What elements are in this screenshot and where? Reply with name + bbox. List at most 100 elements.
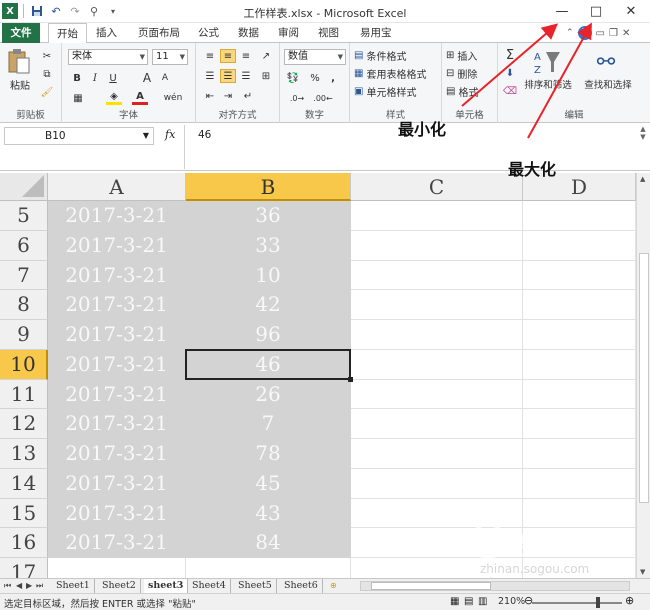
cell-b[interactable]: 26 [186,379,351,410]
cell-d[interactable] [523,379,636,410]
align-bottom-icon[interactable]: ≡ [238,49,254,63]
select-all-button[interactable] [0,173,48,201]
cell-b[interactable]: 46 [186,349,351,380]
cell-c[interactable] [351,379,523,410]
cell-c[interactable] [351,260,523,291]
first-sheet-icon[interactable]: ⏮ [4,579,11,593]
align-middle-icon[interactable]: ≡ [220,49,236,63]
conditional-format-button[interactable]: ▤ 条件格式 [354,47,440,63]
format-painter-icon[interactable]: 🖌 [40,85,54,99]
tab-review[interactable]: 审阅 [270,23,307,43]
clear-icon[interactable]: ⌫ [502,83,518,99]
sheet-tab[interactable]: Sheet5 [234,579,277,593]
vertical-scroll-thumb[interactable] [639,253,649,503]
cell-c[interactable] [351,290,523,320]
tab-home[interactable]: 开始 [48,23,87,44]
sheet-tab[interactable]: Sheet6 [280,579,323,593]
cell-d[interactable] [523,290,636,320]
cell-a[interactable]: 2017-3-21 [48,498,186,529]
font-size-select[interactable]: 11 ▼ [152,49,188,65]
cell-b[interactable] [186,558,351,578]
cell-b[interactable]: 43 [186,498,351,529]
cell-c[interactable] [351,439,523,469]
copy-icon[interactable]: ⧉ [40,67,54,81]
prev-sheet-icon[interactable]: ◀ [16,579,22,593]
cell-d[interactable] [523,498,636,529]
format-cells-button[interactable]: ▤ 格式 [446,83,496,99]
percent-button[interactable]: % [308,71,322,85]
cell-c[interactable] [351,468,523,499]
zoom-level[interactable]: 210% [498,596,525,607]
cell-b[interactable]: 36 [186,201,351,231]
fill-color-icon[interactable]: ◈ [106,91,122,105]
italic-button[interactable]: I [88,71,102,85]
cell-a[interactable]: 2017-3-21 [48,439,186,469]
paste-button[interactable]: 粘贴 [6,77,34,92]
cell-b[interactable]: 33 [186,230,351,261]
underline-button[interactable]: U [106,71,120,85]
next-sheet-icon[interactable]: ▶ [26,579,32,593]
doc-restore-icon[interactable]: ❐ [609,28,618,39]
grow-font-button[interactable]: A [140,71,154,85]
number-format-select[interactable]: 数值 ▼ [284,49,346,65]
row-header[interactable]: 8 [0,290,48,320]
row-header[interactable]: 11 [0,379,48,410]
insert-function-button[interactable]: fx [165,128,175,141]
name-box[interactable]: B10 ▼ [4,127,154,145]
cell-d[interactable] [523,320,636,350]
column-header-c[interactable]: C [351,173,523,201]
formula-bar-expand-icon[interactable]: ▲ ▼ [638,125,648,169]
cell-a[interactable]: 2017-3-21 [48,230,186,261]
horizontal-scroll-thumb[interactable] [371,582,491,590]
tab-file[interactable]: 文件 [2,23,40,43]
doc-close-icon[interactable]: ✕ [622,28,630,39]
row-header[interactable]: 10 [0,349,48,380]
cell-a[interactable]: 2017-3-21 [48,320,186,350]
cell-c[interactable] [351,230,523,261]
row-header[interactable]: 6 [0,230,48,261]
zoom-out-icon[interactable]: ⊖ [524,594,533,607]
borders-icon[interactable]: ▦ [70,91,86,105]
align-top-icon[interactable]: ≡ [202,49,218,63]
decrease-decimal-icon[interactable]: .00← [312,91,334,105]
worksheet-grid[interactable]: ABCD 5 2017-3-21 36 6 2017-3-21 33 7 2017-3-21 1… [0,173,636,578]
zoom-in-icon[interactable]: ⊕ [625,594,634,607]
row-header[interactable]: 16 [0,528,48,558]
cell-a[interactable]: 2017-3-21 [48,201,186,231]
cell-d[interactable] [523,468,636,499]
row-header[interactable]: 9 [0,320,48,350]
cell-a[interactable]: 2017-3-21 [48,409,186,439]
sheet-tab[interactable]: Sheet2 [98,579,141,593]
cell-b[interactable]: 84 [186,528,351,558]
fill-handle[interactable] [348,376,353,382]
cell-c[interactable] [351,498,523,529]
zoom-slider[interactable] [532,602,622,604]
scroll-up-icon[interactable]: ▲ [640,175,645,183]
column-header-b[interactable]: B [186,173,351,201]
bold-button[interactable]: B [70,71,84,85]
align-left-icon[interactable]: ☰ [202,69,218,83]
currency-icon[interactable]: 💱 [284,71,302,85]
decrease-indent-icon[interactable]: ⇤ [202,89,218,103]
cell-b[interactable]: 45 [186,468,351,499]
cell-c[interactable] [351,201,523,231]
find-select-button[interactable]: 查找和选择 [578,77,638,91]
align-center-icon[interactable]: ☰ [220,69,236,83]
comma-button[interactable]: , [326,71,340,85]
minimize-button[interactable]: — [545,0,579,23]
cell-a[interactable]: 2017-3-21 [48,260,186,291]
row-header[interactable]: 17 [0,558,48,578]
cell-d[interactable] [523,230,636,261]
font-name-select[interactable]: 宋体 ▼ [68,49,148,65]
cell-a[interactable]: 2017-3-21 [48,349,186,380]
sheet-tab[interactable]: sheet3 [144,579,189,593]
sheet-tab[interactable]: Sheet1 [52,579,95,593]
merge-center-icon[interactable]: ⊞ [258,69,274,83]
align-right-icon[interactable]: ☰ [238,69,254,83]
autosum-button[interactable]: Σ [502,47,518,63]
tab-insert[interactable]: 插入 [88,23,125,43]
delete-cells-button[interactable]: ⊟ 删除 [446,65,496,81]
row-header[interactable]: 13 [0,439,48,469]
wrap-text-icon[interactable]: ↵ [240,89,256,103]
row-header[interactable]: 12 [0,409,48,439]
